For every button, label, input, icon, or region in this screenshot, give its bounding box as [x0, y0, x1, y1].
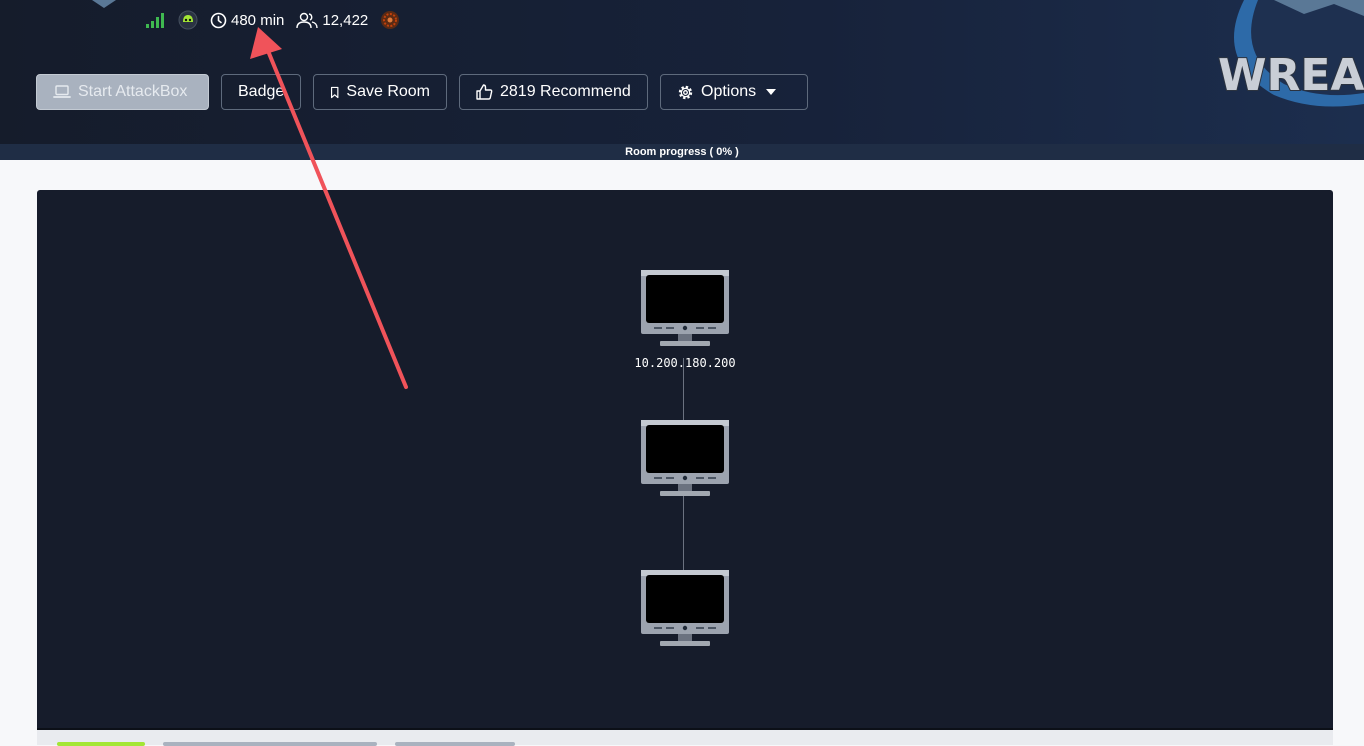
network-link: [683, 496, 684, 571]
recommend-label: 2819 Recommend: [500, 83, 631, 100]
users-stat: 12,422: [296, 12, 368, 29]
badge-button[interactable]: Badge: [221, 74, 301, 110]
recommend-button[interactable]: 2819 Recommend: [459, 74, 648, 110]
room-toolbar: Start AttackBox Badge Save Room 2819 Rec…: [36, 74, 820, 110]
bookmark-icon: [330, 86, 339, 98]
save-room-button[interactable]: Save Room: [313, 74, 447, 110]
monitor-icon: [641, 570, 729, 646]
monitor-icon: [641, 420, 729, 496]
duration-text: 480 min: [231, 11, 285, 29]
gear-icon: [678, 85, 693, 99]
difficulty-icon: [178, 10, 198, 30]
caret-down-icon: [766, 89, 777, 95]
options-dropdown[interactable]: Options: [660, 74, 808, 110]
room-logo-icon: [92, 0, 116, 8]
duration-stat: 480 min: [210, 12, 284, 29]
room-banner-image: WREA: [1217, 0, 1364, 107]
network-diagram: 10.200.180.200: [37, 190, 1333, 728]
options-label: Options: [701, 83, 757, 100]
save-room-label: Save Room: [346, 83, 430, 100]
node-ip-label: 10.200.180.200: [634, 356, 736, 370]
laptop-icon: [53, 85, 71, 98]
start-attackbox-button[interactable]: Start AttackBox: [36, 74, 209, 110]
badge-icon: [380, 10, 400, 30]
network-node[interactable]: [640, 420, 730, 498]
task-tabs-strip: [37, 728, 1333, 746]
badge-label: Badge: [238, 83, 285, 100]
users-text: 12,422: [322, 11, 369, 29]
room-progress-label: Room progress ( 0% ): [625, 146, 739, 158]
thumbs-up-icon: [476, 84, 493, 100]
network-node[interactable]: [640, 570, 730, 648]
users-icon: [296, 12, 319, 28]
room-stats: 480 min 12,422: [146, 8, 412, 32]
banner-text: WREA: [1218, 50, 1364, 101]
room-header: 480 min 12,422 Start AttackBox Badge Sav…: [0, 0, 1364, 160]
room-progress-bar: Room progress ( 0% ): [0, 144, 1364, 160]
signal-icon: [146, 12, 166, 28]
clock-icon: [210, 12, 227, 28]
start-attackbox-label: Start AttackBox: [78, 83, 188, 100]
monitor-icon: [641, 270, 729, 346]
network-node[interactable]: [640, 270, 730, 348]
